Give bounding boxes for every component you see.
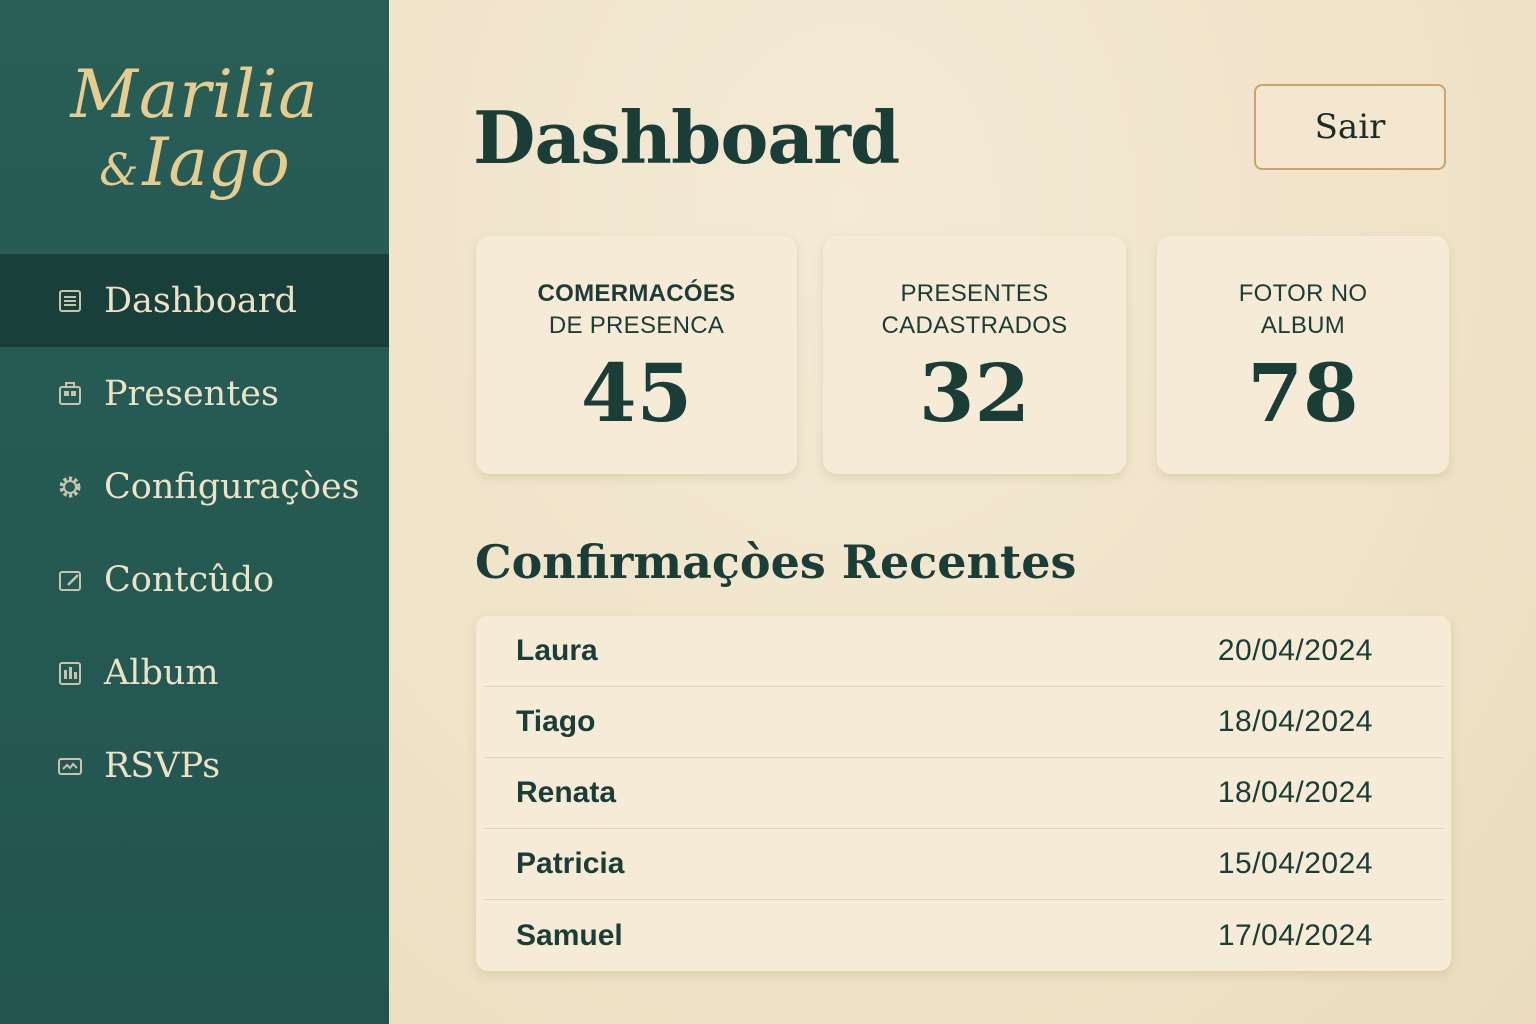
guest-name: Patricia — [516, 847, 625, 880]
sidebar-item-label: Contcûdo — [104, 559, 275, 600]
gift-icon — [54, 378, 86, 410]
brand-name-1: Marilia — [70, 56, 319, 133]
sidebar-item-presentes[interactable]: Presentes — [0, 347, 389, 440]
sidebar-item-album[interactable]: Album — [0, 626, 389, 719]
table-row[interactable]: Renata 18/04/2024 — [484, 758, 1443, 829]
table-row[interactable]: Laura 20/04/2024 — [484, 616, 1443, 687]
confirmation-date: 20/04/2024 — [1217, 634, 1373, 667]
dashboard-icon — [54, 285, 86, 317]
confirmation-date: 17/04/2024 — [1217, 918, 1373, 952]
main-content: Dashboard Sair COMERMACÓES DE PRESENCA 4… — [389, 0, 1536, 1024]
envelope-icon — [54, 750, 86, 782]
album-icon — [54, 657, 86, 689]
sidebar-item-label: RSVPs — [104, 745, 221, 786]
stat-value: 32 — [918, 346, 1031, 440]
table-row[interactable]: Patricia 15/04/2024 — [484, 829, 1443, 900]
stat-label: DE PRESENCA — [548, 312, 725, 339]
sidebar-item-dashboard[interactable]: Dashboard — [0, 254, 389, 347]
brand-logo: Marilia &Iago — [0, 62, 389, 196]
confirmation-date: 18/04/2024 — [1217, 705, 1373, 738]
stat-card-photos: FOTOR NO ALBUM 78 — [1157, 236, 1449, 474]
stat-value: 78 — [1247, 346, 1359, 440]
gear-icon — [54, 471, 86, 503]
guest-name: Samuel — [516, 918, 623, 952]
edit-icon — [54, 564, 86, 596]
sidebar-item-conteudo[interactable]: Contcûdo — [0, 533, 389, 626]
table-row[interactable]: Samuel 17/04/2024 — [484, 900, 1443, 971]
guest-name: Laura — [516, 634, 598, 667]
guest-name: Tiago — [516, 705, 596, 738]
confirmation-date: 15/04/2024 — [1217, 847, 1373, 880]
stat-label: CADASTRADOS — [881, 312, 1068, 339]
stat-label: ALBUM — [1260, 312, 1346, 339]
brand-ampersand: & — [99, 145, 139, 196]
logout-button[interactable]: Sair — [1254, 84, 1446, 170]
stat-value: 45 — [580, 346, 693, 440]
sidebar-item-label: Dashboard — [104, 280, 297, 321]
stat-card-gifts: PRESENTES CADASTRADOS 32 — [823, 236, 1126, 474]
sidebar-item-rsvps[interactable]: RSVPs — [0, 719, 389, 812]
brand-name-2: Iago — [142, 124, 290, 201]
sidebar-nav: Dashboard Presentes Configuraçòes Contcû… — [0, 254, 389, 812]
confirmation-date: 18/04/2024 — [1217, 776, 1373, 809]
stat-label: PRESENTES — [900, 280, 1049, 307]
recent-confirmations-title: Confirmaçòes Recentes — [475, 535, 1077, 589]
stat-card-confirmations: COMERMACÓES DE PRESENCA 45 — [476, 236, 797, 474]
sidebar-item-label: Configuraçòes — [104, 466, 360, 507]
table-row[interactable]: Tiago 18/04/2024 — [484, 687, 1443, 758]
recent-confirmations-table: Laura 20/04/2024 Tiago 18/04/2024 Renata… — [476, 616, 1451, 971]
sidebar-item-label: Album — [104, 652, 219, 693]
guest-name: Renata — [516, 776, 617, 809]
sidebar-item-label: Presentes — [104, 373, 279, 414]
sidebar-item-configuracoes[interactable]: Configuraçòes — [0, 440, 389, 533]
sidebar: Marilia &Iago Dashboard Presentes Config… — [0, 0, 389, 1024]
stat-label: FOTOR NO — [1238, 280, 1368, 307]
page-title: Dashboard — [473, 95, 900, 180]
stat-label: COMERMACÓES — [537, 280, 736, 307]
